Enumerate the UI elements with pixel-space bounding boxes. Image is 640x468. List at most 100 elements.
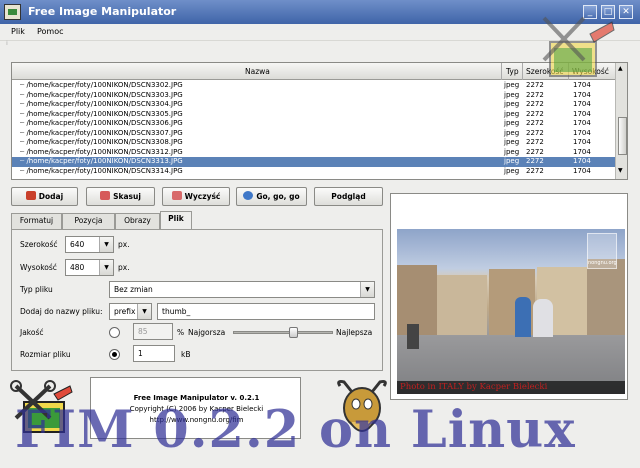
cell-width: 2272 <box>526 166 544 175</box>
table-row[interactable]: ┈ /home/kacper/foty/100NIKON/DSCN3305.JP… <box>12 110 615 120</box>
cell-type: jpeg <box>504 166 520 175</box>
cell-name: ┈ /home/kacper/foty/100NIKON/DSCN3303.JP… <box>20 90 183 99</box>
add-image-icon <box>25 191 36 200</box>
clear-button[interactable]: Wyczyść <box>162 187 230 206</box>
quality-slider-knob[interactable] <box>289 327 298 338</box>
preview-caption: Photo in ITALY by Kacper Bielecki <box>397 381 625 394</box>
filesize-label: Rozmiar pliku <box>20 350 71 359</box>
cell-height: 1704 <box>573 138 591 146</box>
addname-input[interactable]: thumb_ <box>157 303 375 320</box>
tab-images[interactable]: Obrazy <box>115 213 160 229</box>
scroll-down-icon[interactable]: ▼ <box>618 167 623 174</box>
toolbar-grip-icon[interactable]: ⁞ <box>6 40 14 48</box>
cell-width: 2272 <box>526 157 544 165</box>
cell-name: ┈ /home/kacper/foty/100NIKON/DSCN3314.JP… <box>20 166 183 175</box>
menu-help[interactable]: Pomoc <box>37 27 64 36</box>
quality-unit: % <box>177 328 185 337</box>
filesize-unit: kB <box>181 350 191 359</box>
height-label: Wysokość <box>20 263 57 272</box>
addname-label: Dodaj do nazwy pliku: <box>20 307 103 316</box>
quality-label: Jakość <box>20 328 44 337</box>
addname-mode-combo[interactable]: prefix ▼ <box>109 303 152 320</box>
width-unit: px. <box>118 240 130 249</box>
filetype-combo[interactable]: Bez zmian ▼ <box>109 281 375 298</box>
scrollbar-thumb[interactable] <box>618 117 627 155</box>
preview-button[interactable]: Podgląd <box>314 187 383 206</box>
cell-width: 2272 <box>526 119 544 127</box>
tab-file[interactable]: Plik <box>160 211 192 229</box>
cell-name: ┈ /home/kacper/foty/100NIKON/DSCN3306.JP… <box>20 119 183 127</box>
width-label: Szerokość <box>20 240 58 249</box>
cell-type: jpeg <box>504 138 520 146</box>
file-list[interactable]: Nazwa Typ Szerokość Wysokość ┈ /home/kac… <box>11 62 628 180</box>
table-row[interactable]: ┈ /home/kacper/foty/100NIKON/DSCN3314.JP… <box>12 167 615 177</box>
table-row[interactable]: ┈ /home/kacper/foty/100NIKON/DSCN3304.JP… <box>12 100 615 110</box>
cell-name: ┈ /home/kacper/foty/100NIKON/DSCN3307.JP… <box>20 128 183 137</box>
quality-spinbox[interactable]: 85 <box>133 323 173 340</box>
cell-width: 2272 <box>526 100 544 108</box>
width-combo[interactable]: 640 ▼ <box>65 236 114 253</box>
column-name[interactable]: Nazwa <box>245 67 270 76</box>
filetype-label: Typ pliku <box>20 285 53 294</box>
app-logo-icon <box>4 4 21 20</box>
cell-name: ┈ /home/kacper/foty/100NIKON/DSCN3305.JP… <box>20 109 183 118</box>
cell-height: 1704 <box>573 147 591 156</box>
cell-name: ┈ /home/kacper/foty/100NIKON/DSCN3302.JP… <box>20 81 183 89</box>
cell-height: 1704 <box>573 119 591 127</box>
chevron-down-icon[interactable]: ▼ <box>360 282 374 297</box>
overlay-caption: FIM 0.2.2 on Linux <box>15 400 576 460</box>
cell-type: jpeg <box>504 128 520 137</box>
filesize-radio[interactable] <box>109 349 120 360</box>
quality-radio[interactable] <box>109 327 120 338</box>
cell-width: 2272 <box>526 147 544 156</box>
quality-min-label: Najgorsza <box>188 328 226 337</box>
cell-height: 1704 <box>573 166 591 175</box>
table-row[interactable]: ┈ /home/kacper/foty/100NIKON/DSCN3303.JP… <box>12 91 615 101</box>
cell-type: jpeg <box>504 157 520 165</box>
column-type[interactable]: Typ <box>506 67 519 76</box>
tab-position[interactable]: Pozycja <box>62 213 115 229</box>
height-combo[interactable]: 480 ▼ <box>65 259 114 276</box>
table-row[interactable]: ┈ /home/kacper/foty/100NIKON/DSCN3307.JP… <box>12 129 615 139</box>
chevron-down-icon[interactable]: ▼ <box>137 304 151 319</box>
menu-file[interactable]: Plik <box>11 27 25 36</box>
process-icon <box>243 191 254 200</box>
filesize-spinbox[interactable]: 1 <box>133 345 175 362</box>
quality-slider[interactable] <box>233 331 333 334</box>
table-row[interactable]: ┈ /home/kacper/foty/100NIKON/DSCN3306.JP… <box>12 119 615 129</box>
cell-width: 2272 <box>526 128 544 137</box>
clear-list-icon <box>171 191 182 200</box>
quality-max-label: Najlepsza <box>336 328 373 337</box>
go-button[interactable]: Go, go, go <box>236 187 307 206</box>
cell-name: ┈ /home/kacper/foty/100NIKON/DSCN3312.JP… <box>20 147 183 156</box>
cell-type: jpeg <box>504 90 520 99</box>
cell-type: jpeg <box>504 100 520 108</box>
chevron-down-icon[interactable]: ▼ <box>99 237 113 252</box>
cell-width: 2272 <box>526 109 544 118</box>
cell-type: jpeg <box>504 147 520 156</box>
cell-name: ┈ /home/kacper/foty/100NIKON/DSCN3308.JP… <box>20 138 183 146</box>
cell-height: 1704 <box>573 109 591 118</box>
preview-panel: nongnu.org Photo in ITALY by Kacper Biel… <box>390 193 628 400</box>
window-title: Free Image Manipulator <box>28 5 177 18</box>
add-button[interactable]: Dodaj <box>11 187 78 206</box>
height-unit: px. <box>118 263 130 272</box>
cell-height: 1704 <box>573 157 591 165</box>
cell-type: jpeg <box>504 109 520 118</box>
cell-name: ┈ /home/kacper/foty/100NIKON/DSCN3304.JP… <box>20 100 183 108</box>
tab-format[interactable]: Formatuj <box>11 213 62 229</box>
remove-image-icon <box>100 191 111 200</box>
file-list-header: Nazwa Typ Szerokość Wysokość <box>12 63 615 80</box>
remove-button[interactable]: Skasuj <box>86 187 155 206</box>
preview-watermark: nongnu.org <box>587 233 617 269</box>
close-button[interactable]: ✕ <box>619 5 633 19</box>
preview-image: nongnu.org Photo in ITALY by Kacper Biel… <box>397 229 625 394</box>
table-row[interactable]: ┈ /home/kacper/foty/100NIKON/DSCN3308.JP… <box>12 138 615 148</box>
table-row[interactable]: ┈ /home/kacper/foty/100NIKON/DSCN3312.JP… <box>12 148 615 158</box>
chevron-down-icon[interactable]: ▼ <box>99 260 113 275</box>
table-row[interactable]: ┈ /home/kacper/foty/100NIKON/DSCN3302.JP… <box>12 81 615 91</box>
cell-height: 1704 <box>573 100 591 108</box>
cell-type: jpeg <box>504 119 520 127</box>
table-row[interactable]: ┈ /home/kacper/foty/100NIKON/DSCN3313.JP… <box>12 157 615 167</box>
cell-name: ┈ /home/kacper/foty/100NIKON/DSCN3313.JP… <box>20 157 183 165</box>
